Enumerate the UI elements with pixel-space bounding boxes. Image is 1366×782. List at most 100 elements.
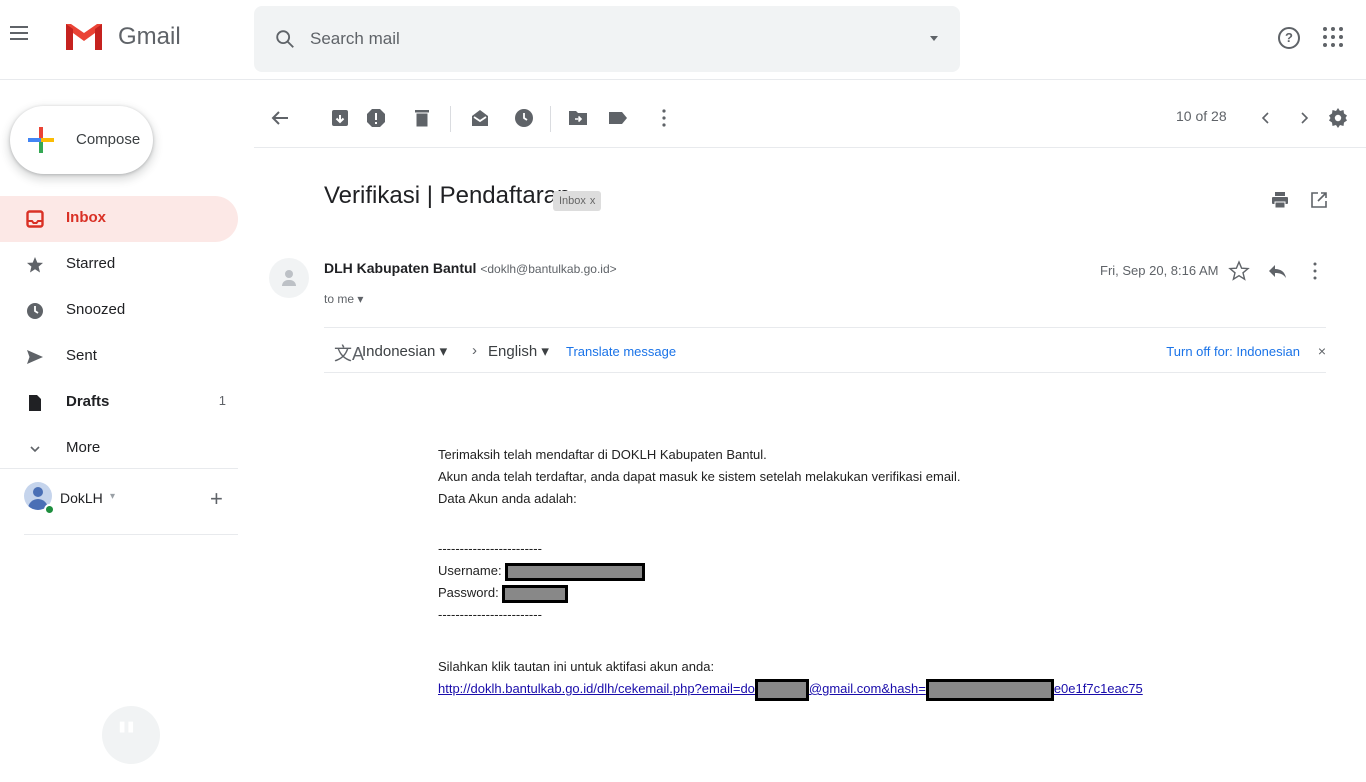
sidebar-item-sent[interactable]: Sent [0,334,238,380]
separator-line: ------------------------ [438,541,542,556]
account-name[interactable]: DokLH [60,490,103,506]
move-to-icon[interactable] [566,106,590,130]
draft-icon [29,395,41,411]
account-caret-icon[interactable]: ▾ [110,491,115,502]
star-icon [27,257,43,273]
redacted-hash-part [925,678,1054,701]
chevron-right-icon[interactable] [1292,106,1316,130]
mark-unread-icon[interactable] [468,106,492,130]
gmail-logo-icon[interactable] [64,20,104,52]
separator-line: ------------------------ [438,607,542,622]
redacted-email-part [754,678,809,701]
activation-link-part: @gmail.com&hash= [808,681,926,696]
online-status-icon [44,504,55,515]
new-conversation-button[interactable]: + [210,486,223,512]
sidebar-item-label: More [66,439,101,456]
label-icon[interactable] [606,106,630,130]
sender-name[interactable]: DLH Kabupaten Bantul [324,260,476,276]
search-bar[interactable] [254,6,960,72]
sidebar-item-inbox[interactable]: Inbox [0,196,238,242]
sidebar-nav: Inbox Starred Snoozed Sent Drafts 1 More [0,196,238,472]
toolbar-divider [450,106,451,132]
clock-icon [27,303,43,319]
close-icon[interactable]: × [1318,343,1326,359]
recipient-details-toggle[interactable]: to me ▾ [324,292,363,306]
source-language: Indonesian [362,343,436,360]
sidebar-item-starred[interactable]: Starred [0,242,238,288]
remove-label-icon[interactable]: x [590,195,596,207]
sender-email: <doklh@bantulkab.go.id> [480,262,617,276]
activation-link-part: e0e1f7c1eac75 [1053,681,1143,696]
body-line: Data Akun anda adalah: [438,491,577,506]
open-in-new-window-icon[interactable] [1309,190,1329,210]
apps-grid-icon[interactable] [1323,27,1343,47]
sidebar-item-more[interactable]: More [0,426,238,472]
settings-gear-icon[interactable] [1326,106,1350,130]
redacted-username [505,562,646,581]
search-options-icon[interactable] [930,36,938,41]
hangouts-divider [24,534,238,535]
sender-avatar [269,258,309,298]
sidebar-item-label: Snoozed [66,301,126,318]
compose-label: Compose [76,131,141,148]
toolbar-divider [550,106,551,132]
body-line: Terimaksih telah mendaftar di DOKLH Kabu… [438,447,767,462]
message-date: Fri, Sep 20, 8:16 AM [1100,263,1219,278]
recipient-text: to me [324,292,355,306]
email-subject: Verifikasi | Pendaftaran [324,182,571,209]
delete-icon[interactable] [410,106,434,130]
app-brand[interactable]: Gmail [118,23,181,51]
translate-bar: 文A Indonesian ▾ › English ▾ Translate me… [324,327,1326,373]
inbox-label-chip[interactable]: Inbox x [553,191,602,211]
pagination-count: 10 of 28 [1176,108,1227,124]
sidebar-item-label: Starred [66,255,116,272]
snooze-icon[interactable] [512,106,536,130]
search-input[interactable] [310,26,870,52]
plus-icon [28,127,54,153]
more-vert-icon[interactable] [652,106,676,130]
activation-link[interactable]: http://doklh.bantulkab.go.id/dlh/cekemai… [438,678,1143,701]
translate-message-link[interactable]: Translate message [566,344,676,359]
chevron-right-icon: › [472,342,477,359]
sidebar-item-drafts[interactable]: Drafts 1 [0,380,238,426]
source-language-select[interactable]: Indonesian ▾ [362,342,447,360]
star-outline-icon[interactable] [1228,260,1250,282]
translate-icon: 文A [334,344,365,364]
top-bar: Gmail ? [0,0,1366,80]
sender-info: DLH Kabupaten Bantul <doklh@bantulkab.go… [324,260,617,276]
chevron-left-icon[interactable] [1254,106,1278,130]
sidebar-item-label: Sent [66,347,97,364]
archive-icon[interactable] [328,106,352,130]
compose-button[interactable]: Compose [10,106,153,174]
hangouts-quote-icon[interactable]: " [102,706,160,764]
report-spam-icon[interactable] [364,106,388,130]
drafts-count: 1 [218,393,226,408]
inbox-icon [26,210,44,228]
body-instruction: Silahkan klik tautan ini untuk aktifasi … [438,659,715,674]
turn-off-translation-link[interactable]: Turn off for: Indonesian [1166,344,1300,359]
search-icon[interactable] [274,28,296,50]
reply-icon[interactable] [1266,260,1288,282]
target-language-select[interactable]: English ▾ [488,342,549,360]
redacted-password [502,584,569,603]
label-chip-text: Inbox [559,195,586,207]
sidebar-item-snoozed[interactable]: Snoozed [0,288,238,334]
hangouts-account[interactable]: DokLH ▾ + [24,478,238,518]
message-toolbar: 10 of 28 [254,92,1366,148]
sidebar-item-label: Drafts [66,393,110,410]
target-language: English [488,343,538,360]
send-icon [27,350,43,364]
back-arrow-icon[interactable] [268,106,292,130]
body-line: Akun anda telah terdaftar, anda dapat ma… [438,469,961,484]
username-label: Username: [438,563,502,578]
message-more-vert-icon[interactable] [1304,260,1326,282]
print-icon[interactable] [1270,190,1290,210]
email-body: Terimaksih telah mendaftar di DOKLH Kabu… [438,444,1143,701]
recipient-caret-icon: ▾ [357,292,364,306]
help-icon[interactable]: ? [1278,27,1300,49]
chevron-down-icon [30,446,40,453]
password-label: Password: [438,585,499,600]
sidebar-item-label: Inbox [66,209,106,226]
main-menu-icon[interactable] [10,26,28,40]
activation-link-part: http://doklh.bantulkab.go.id/dlh/cekemai… [438,681,755,696]
